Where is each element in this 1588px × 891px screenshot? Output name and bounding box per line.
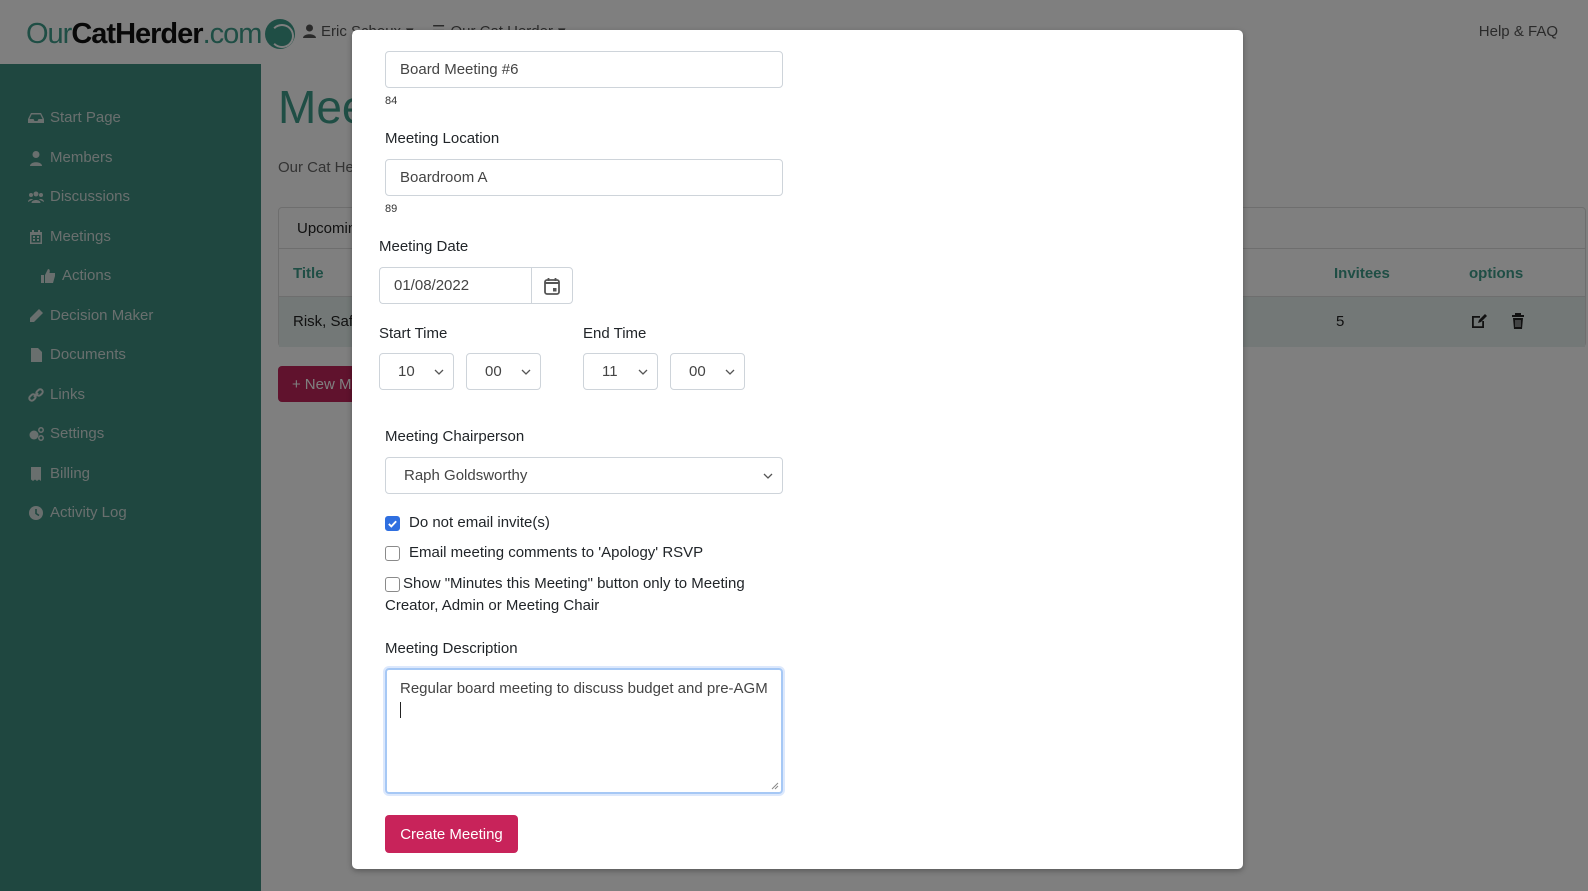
chevron-down-icon	[638, 369, 648, 375]
minutes-button-visibility-option[interactable]: Show "Minutes this Meeting" button only …	[385, 573, 780, 617]
start-time-label: Start Time	[379, 325, 448, 342]
location-char-counter: 89	[385, 203, 398, 215]
create-meeting-button[interactable]: Create Meeting	[385, 815, 518, 853]
chevron-down-icon	[763, 473, 773, 479]
date-picker: 01/08/2022	[379, 267, 573, 304]
end-minute-select[interactable]: 00	[670, 353, 745, 390]
chevron-down-icon	[434, 369, 444, 375]
chairperson-select[interactable]: Raph Goldsworthy	[385, 457, 783, 494]
date-label: Meeting Date	[379, 238, 469, 255]
start-hour-select[interactable]: 10	[379, 353, 454, 390]
no-email-invites-checkbox[interactable]	[385, 516, 400, 531]
description-label: Meeting Description	[385, 640, 518, 657]
create-meeting-modal: Board Meeting #6 84 Meeting Location Boa…	[352, 30, 1243, 869]
meeting-description-textarea[interactable]: Regular board meeting to discuss budget …	[385, 668, 783, 794]
resize-grip-icon[interactable]	[770, 781, 779, 790]
meeting-title-input[interactable]: Board Meeting #6	[385, 51, 783, 88]
checkmark-icon	[388, 520, 397, 528]
end-hour-select[interactable]: 11	[583, 353, 658, 390]
chairperson-label: Meeting Chairperson	[385, 428, 525, 445]
no-email-invites-option[interactable]: Do not email invite(s)	[385, 512, 550, 534]
start-minute-select[interactable]: 00	[466, 353, 541, 390]
calendar-icon	[544, 277, 560, 295]
chevron-down-icon	[521, 369, 531, 375]
minutes-button-visibility-checkbox[interactable]	[385, 577, 400, 592]
email-apology-comments-checkbox[interactable]	[385, 546, 400, 561]
calendar-button[interactable]	[531, 267, 573, 304]
end-time-label: End Time	[583, 325, 647, 342]
title-char-counter: 84	[385, 95, 398, 107]
chevron-down-icon	[725, 369, 735, 375]
text-caret	[400, 702, 401, 718]
meeting-location-input[interactable]: Boardroom A	[385, 159, 783, 196]
location-label: Meeting Location	[385, 130, 500, 147]
meeting-date-input[interactable]: 01/08/2022	[379, 267, 531, 304]
email-apology-comments-option[interactable]: Email meeting comments to 'Apology' RSVP	[385, 542, 703, 564]
